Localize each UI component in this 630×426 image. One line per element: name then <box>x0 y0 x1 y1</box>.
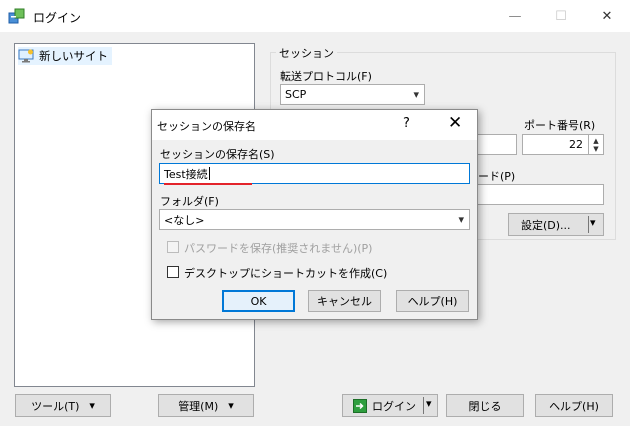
close-button-label: 閉じる <box>468 399 502 413</box>
port-value: 22 <box>569 138 583 151</box>
tools-button[interactable]: ツール(T) ▾ <box>15 394 111 417</box>
settings-dropdown-icon[interactable]: ▾ <box>590 216 596 229</box>
red-underline-annotation <box>164 183 252 185</box>
dialog-close-icon[interactable]: ✕ <box>448 113 462 133</box>
dialog-help-button-label: ヘルプ(H) <box>407 295 458 308</box>
session-name-value: Test接続 <box>164 167 208 181</box>
cancel-button-label: キャンセル <box>317 295 372 308</box>
cancel-button[interactable]: キャンセル <box>308 290 381 312</box>
folder-value: <なし> <box>164 213 205 227</box>
spin-down-icon[interactable]: ▼ <box>593 145 598 153</box>
login-button-label: ログイン <box>372 399 416 413</box>
folder-select[interactable]: <なし> ▾ <box>159 209 470 230</box>
desktop-shortcut-label: デスクトップにショートカットを作成(C) <box>184 267 388 280</box>
protocol-label: 転送プロトコル(F) <box>280 70 372 83</box>
login-icon <box>353 398 367 413</box>
maximize-icon: ☐ <box>555 8 567 24</box>
login-dropdown-icon[interactable]: ▾ <box>426 397 432 410</box>
help-button-label: ヘルプ(H) <box>549 399 599 413</box>
title-bar: ログイン — ☐ ✕ <box>0 0 630 32</box>
minimize-button[interactable]: — <box>492 0 538 32</box>
close-button[interactable]: ✕ <box>584 0 630 32</box>
tree-item-label: 新しいサイト <box>39 49 108 63</box>
tools-button-label: ツール(T) <box>31 399 80 413</box>
text-caret <box>208 167 210 180</box>
save-password-label: パスワードを保存(推奨されません)(P) <box>184 242 373 255</box>
spin-up-icon[interactable]: ▲ <box>593 137 598 145</box>
session-group-label: セッション <box>276 45 337 61</box>
save-session-dialog: セッションの保存名 ? ✕ セッションの保存名(S) Test接続 フォルダ(F… <box>151 109 478 320</box>
split-divider <box>588 216 589 233</box>
port-label: ポート番号(R) <box>524 119 596 132</box>
close-icon: ✕ <box>601 8 613 24</box>
tools-dropdown-icon: ▾ <box>89 399 95 412</box>
tree-item-new-site[interactable]: 新しいサイト <box>18 47 112 65</box>
manage-button-label: 管理(M) <box>178 399 219 413</box>
session-name-label: セッションの保存名(S) <box>160 148 275 161</box>
manage-dropdown-icon: ▾ <box>228 399 234 412</box>
help-button[interactable]: ヘルプ(H) <box>535 394 613 417</box>
manage-button[interactable]: 管理(M) ▾ <box>158 394 254 417</box>
settings-button-label: 設定(D)... <box>521 218 571 232</box>
port-spinner[interactable]: ▲ ▼ <box>588 135 603 154</box>
maximize-button[interactable]: ☐ <box>538 0 584 32</box>
dialog-title: セッションの保存名 <box>157 120 256 133</box>
dialog-help-button[interactable]: ヘルプ(H) <box>396 290 469 312</box>
ok-button[interactable]: OK <box>222 290 295 312</box>
login-split-divider <box>423 397 424 414</box>
save-password-checkbox[interactable] <box>167 241 179 253</box>
session-name-input[interactable]: Test接続 <box>159 163 470 184</box>
protocol-value: SCP <box>285 88 307 101</box>
minimize-icon: — <box>508 8 522 24</box>
chevron-down-icon: ▾ <box>413 88 419 101</box>
dialog-title-bar: セッションの保存名 ? ✕ <box>152 110 477 140</box>
window-title: ログイン <box>33 11 82 25</box>
password-input-partial[interactable] <box>474 184 604 205</box>
ok-button-label: OK <box>250 294 267 308</box>
chevron-down-icon: ▾ <box>458 213 464 226</box>
winscp-app-icon <box>8 8 25 24</box>
desktop-shortcut-checkbox[interactable] <box>167 266 179 278</box>
dialog-help-icon[interactable]: ? <box>403 116 410 131</box>
protocol-select[interactable]: SCP ▾ <box>280 84 425 105</box>
password-label-partial: ード(P) <box>478 170 516 183</box>
monitor-icon <box>18 49 34 63</box>
close-dialog-button[interactable]: 閉じる <box>446 394 524 417</box>
folder-label: フォルダ(F) <box>160 195 219 208</box>
host-name-input-partial[interactable] <box>474 134 517 155</box>
